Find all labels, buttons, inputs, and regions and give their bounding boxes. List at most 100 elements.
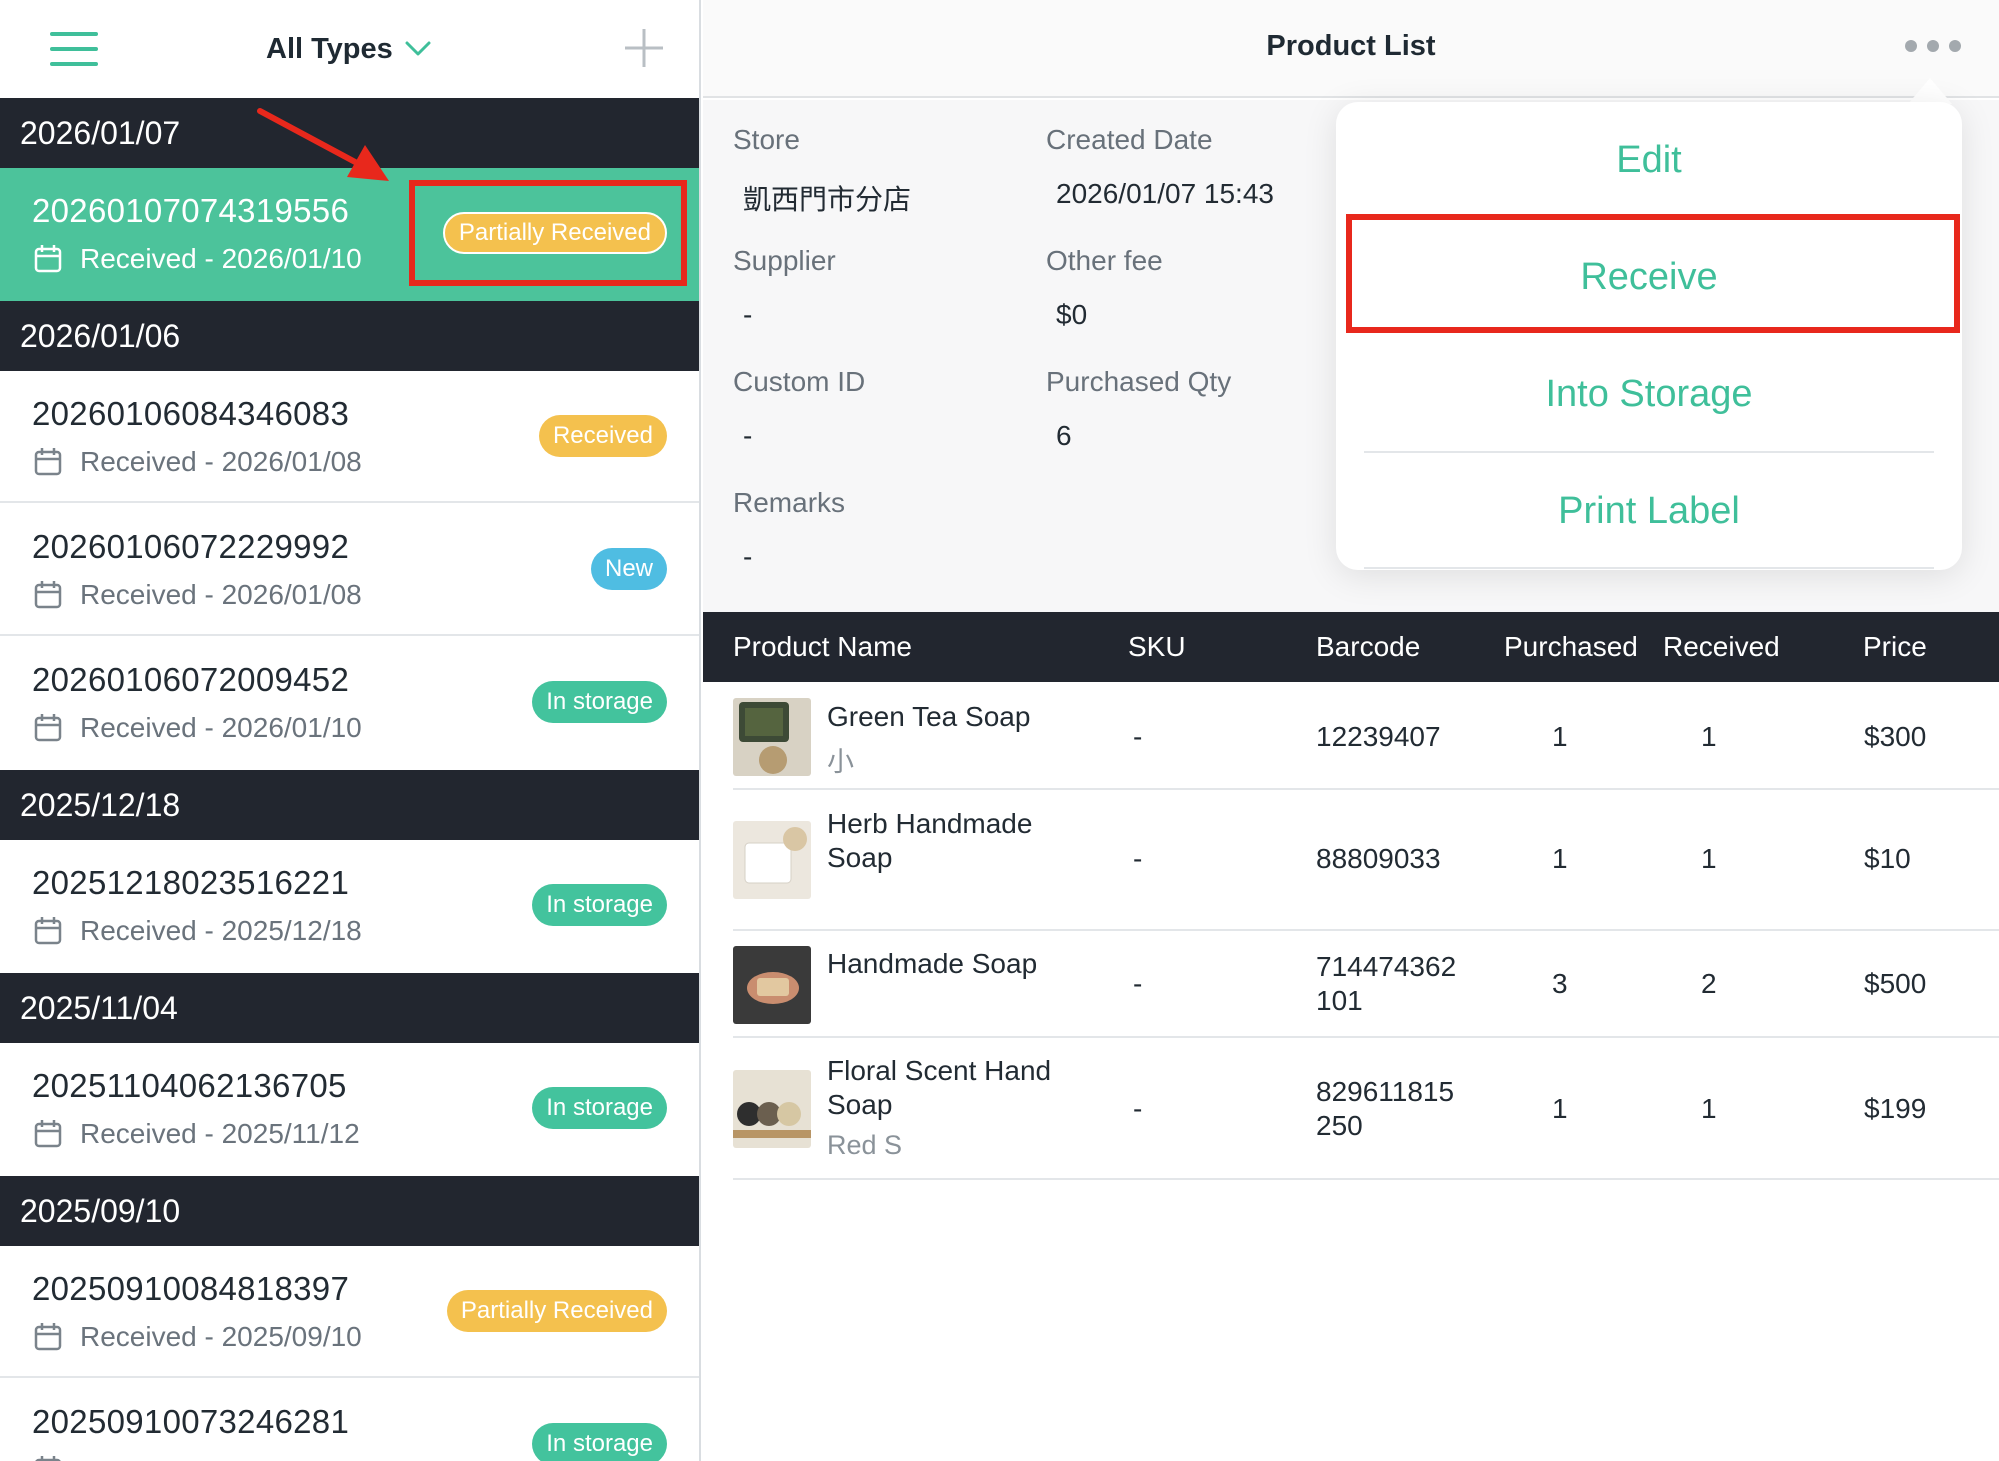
table-row[interactable]: Handmade Soap - 714474362 101 3 2 $500 [733,931,1999,1038]
column-barcode: Barcode [1316,631,1421,662]
received-cell: 1 [1701,1093,1717,1124]
table-row[interactable]: Floral Scent Hand Soap Red S - 829611815… [733,1038,1999,1180]
sku-cell: - [1133,843,1143,874]
received-date: Received - 2026/01/10 [80,243,362,274]
received-date-line: Received - 2025/09/10 [32,1320,362,1354]
table-row[interactable]: Herb Handmade Soap - 88809033 1 1 $10 [733,790,1999,931]
date-group-header: 2025/09/10 [0,1176,699,1246]
status-badge: In storage [532,1423,667,1461]
barcode-cell: 88809033 [1316,843,1441,874]
column-product-name: Product Name [733,631,912,662]
status-badge: In storage [532,681,667,723]
purchased-cell: 1 [1552,1093,1568,1124]
product-thumbnail [733,698,811,776]
sku-cell: - [1133,721,1143,752]
received-date: Received - 2025/11/12 [80,1118,360,1149]
status-badge: Received [538,415,667,457]
received-date: Received - 2025/12/18 [80,915,362,946]
date-group-header: 2026/01/06 [0,301,699,371]
received-date: Received - 2025/09/10 [80,1321,362,1352]
order-row[interactable]: 20251104062136705 Received - 2025/11/12 … [0,1043,699,1175]
menu-item-edit[interactable]: Edit [1336,102,1962,218]
type-filter-dropdown[interactable]: All Types [266,28,431,70]
store-label: Store [733,124,800,155]
column-price: Price [1863,631,1927,662]
order-row[interactable]: 20250910084818397 Received - 2025/09/10 … [0,1246,699,1378]
order-id: 20250910084818397 [32,1270,350,1307]
column-received: Received [1663,631,1780,662]
price-cell: $10 [1864,843,1911,874]
order-id: 20260106084346083 [32,395,350,432]
received-date-line: Received - 2025/12/18 [32,914,362,948]
order-id: 20251104062136705 [32,1067,347,1104]
order-row[interactable]: 20260106084346083 Received - 2026/01/08 … [0,371,699,503]
purchased-cell: 3 [1552,968,1568,999]
sku-cell: - [1133,968,1143,999]
barcode-cell: 12239407 [1316,721,1441,752]
store-value: 凱西門市分店 [743,184,912,215]
purchased-cell: 1 [1552,843,1568,874]
actions-menu: Edit Receive Into Storage Print Label [1336,102,1962,570]
order-id: 20260106072229992 [32,528,350,565]
received-cell: 1 [1701,843,1717,874]
price-cell: $199 [1864,1093,1927,1124]
purchased-qty-value: 6 [1056,420,1072,451]
product-list-header: Product List [703,0,1999,98]
product-thumbnail [733,821,811,899]
received-date-line: Received - 2026/01/08 [32,445,362,479]
sku-cell: - [1133,1093,1143,1124]
order-row[interactable]: 20250910073246281 In storage [0,1379,699,1461]
received-date-line [32,1453,80,1461]
custom-id-label: Custom ID [733,366,866,397]
type-filter-label: All Types [266,32,393,65]
remarks-label: Remarks [733,487,846,518]
column-purchased: Purchased [1504,631,1638,662]
plus-icon[interactable] [622,26,666,70]
calendar-icon [34,581,62,609]
highlight-box-status [409,180,687,286]
product-variant: Red S [827,1130,903,1160]
order-row[interactable]: 20260106072229992 Received - 2026/01/08 … [0,504,699,636]
status-badge: In storage [532,1087,667,1129]
table-row[interactable]: Green Tea Soap 小 - 12239407 1 1 $300 [733,684,1999,790]
received-date-line: Received - 2026/01/08 [32,578,362,612]
status-badge: In storage [532,884,667,926]
product-variant: 小 [827,747,854,777]
order-row[interactable]: 20251218023516221 Received - 2025/12/18 … [0,840,699,972]
hamburger-icon[interactable] [50,32,98,66]
more-horizontal-icon[interactable] [1905,40,1961,56]
menu-divider [1364,567,1934,569]
supplier-value: - [743,299,753,330]
status-badge: New [590,548,667,590]
product-thumbnail [733,1070,811,1148]
order-id: 20260107074319556 [32,192,350,229]
created-date-label: Created Date [1046,124,1213,155]
received-date-line: Received - 2026/01/10 [32,711,362,745]
order-id: 20250910073246281 [32,1403,350,1440]
calendar-icon [35,1456,61,1461]
other-fee-label: Other fee [1046,245,1163,276]
purchased-cell: 1 [1552,721,1568,752]
status-badge: Partially Received [446,1290,667,1332]
price-cell: $300 [1864,721,1927,752]
barcode-cell: 829611815 250 [1316,1076,1455,1141]
order-id: 20260106072009452 [32,661,350,698]
calendar-icon [34,714,62,742]
price-cell: $500 [1864,968,1927,999]
red-arrow-annotation [257,108,389,181]
received-cell: 2 [1701,968,1717,999]
product-name: Herb Handmade Soap [827,808,1033,873]
menu-item-into-storage[interactable]: Into Storage [1336,336,1962,452]
calendar-icon [34,245,62,273]
order-row[interactable]: 20260106072009452 Received - 2026/01/10 … [0,637,699,769]
purchased-qty-label: Purchased Qty [1046,366,1232,397]
date-group-header: 2025/12/18 [0,770,699,840]
supplier-label: Supplier [733,245,836,276]
order-list-pane: All Types 2026/01/07 20260107074319556 R… [0,0,701,1461]
other-fee-value: $0 [1056,299,1088,330]
received-date: Received - 2026/01/10 [80,712,362,743]
menu-item-print-label[interactable]: Print Label [1336,453,1962,569]
chevron-down-icon [405,41,431,56]
calendar-icon [34,917,62,945]
column-sku: SKU [1128,631,1186,662]
